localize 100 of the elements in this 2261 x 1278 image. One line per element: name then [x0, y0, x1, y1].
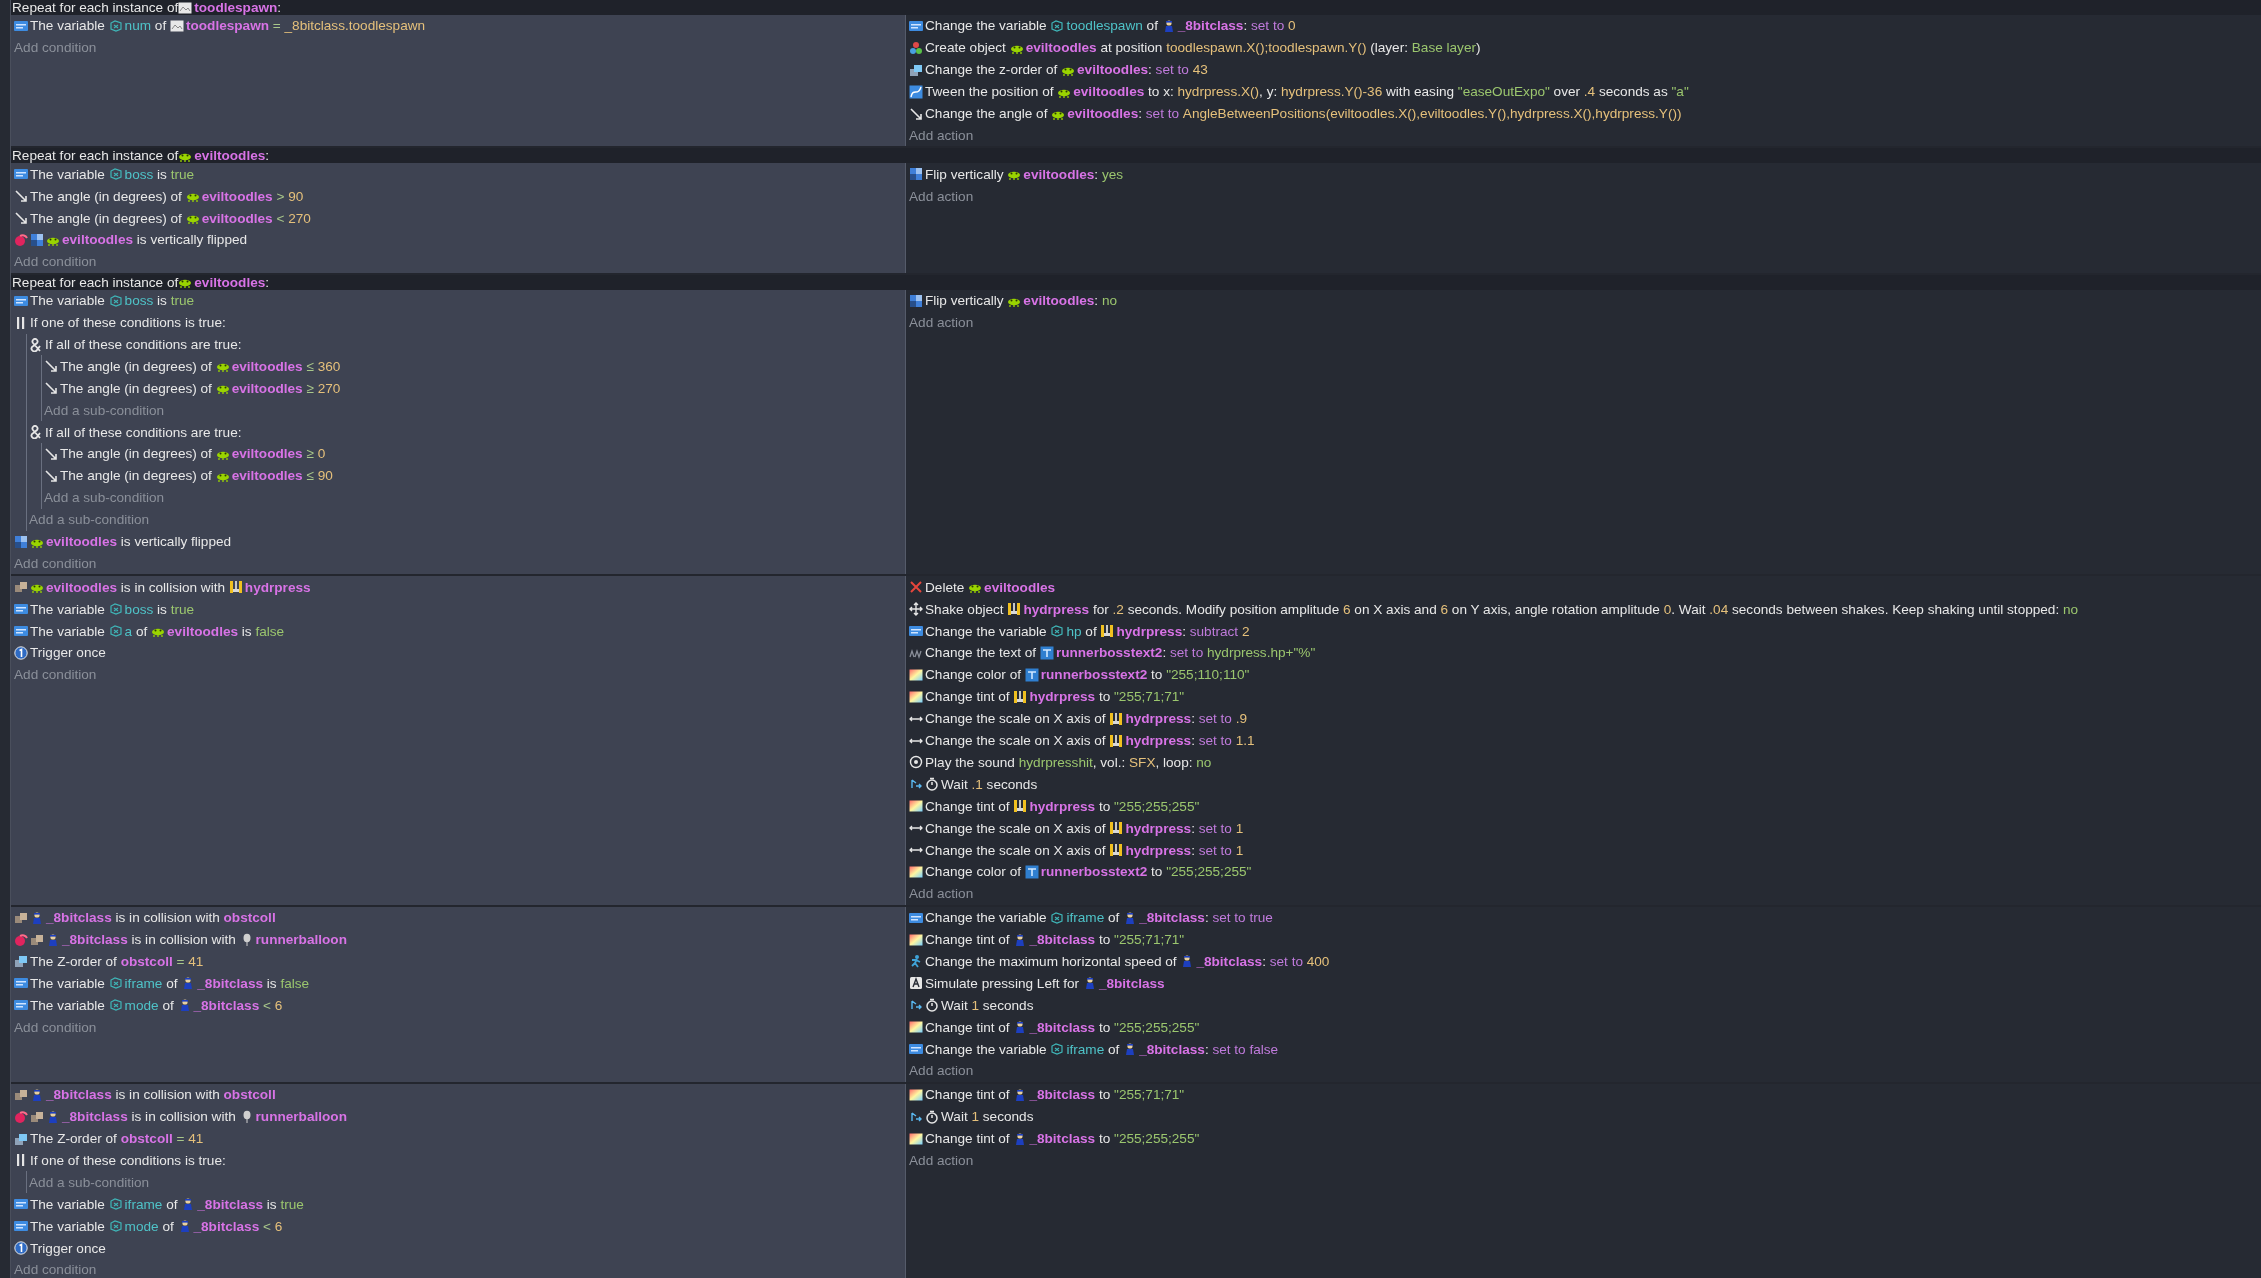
hydraulic-press-icon — [1013, 689, 1028, 704]
operator-text: ≤ — [305, 468, 315, 484]
operator-text: = — [175, 1131, 186, 1147]
condition-text: is — [265, 1196, 278, 1212]
character-sprite-icon — [46, 932, 60, 947]
hydraulic-press-icon — [1109, 733, 1124, 748]
object-name: _8bitclass — [193, 1218, 260, 1234]
action-text: . Wait — [1671, 601, 1707, 617]
action-text: Change tint of — [925, 689, 1011, 705]
variable-icon — [909, 910, 923, 925]
object-name: _8bitclass — [1139, 910, 1205, 926]
object-name: eviltoodles — [231, 380, 303, 396]
add-action-link[interactable]: Add action — [909, 124, 2261, 147]
action-text: on X axis and — [1353, 601, 1438, 617]
object-name: hydrpress — [244, 579, 311, 595]
operation-text: set to — [1269, 953, 1304, 969]
action-text: Change color of — [925, 864, 1022, 880]
object-name: hydrpress — [1029, 798, 1096, 814]
object-name: _8bitclass — [1029, 1019, 1096, 1035]
condition-text: The Z-order of — [30, 953, 118, 969]
condition-text: If one of these conditions is true: — [30, 1152, 226, 1168]
action-text: seconds — [985, 776, 1038, 792]
add-action-link[interactable]: Add action — [909, 185, 2261, 208]
text-value: no — [2063, 601, 2079, 617]
character-sprite-icon — [46, 1109, 60, 1124]
add-sub-condition-link[interactable]: Add a sub-condition — [44, 486, 905, 509]
platformer-character-icon — [909, 954, 923, 969]
cross-icon — [909, 580, 923, 595]
condition-text: The angle (in degrees) of — [60, 380, 213, 396]
add-condition-link[interactable]: Add condition — [14, 250, 905, 273]
object-name: _8bitclass — [1098, 975, 1165, 991]
operation-text: set to — [1251, 18, 1286, 34]
condition-text: of — [134, 623, 149, 639]
add-action-link[interactable]: Add action — [909, 1059, 2261, 1082]
variable-name: hp — [1066, 623, 1082, 639]
expression-value: 1 — [1235, 842, 1244, 858]
diagonal-arrow-icon — [44, 446, 58, 461]
condition-text: If all of these conditions are true: — [45, 337, 242, 352]
action-text: Wait — [941, 997, 969, 1013]
add-condition-link[interactable]: Add condition — [14, 663, 905, 686]
object-name: eviltoodles — [231, 446, 303, 462]
add-action-link[interactable]: Add action — [909, 882, 2261, 905]
operation-text: set to — [1198, 711, 1233, 727]
object-name: _8bitclass — [62, 1109, 128, 1125]
condition-text: is in collision with — [130, 1109, 237, 1125]
add-condition-link[interactable]: Add condition — [14, 552, 905, 575]
add-condition-link[interactable]: Add condition — [14, 36, 905, 59]
condition-text: of — [165, 975, 179, 991]
object-name: toodlespawn — [185, 18, 269, 34]
variable-icon — [14, 18, 28, 33]
operator-text: ≥ — [305, 380, 315, 396]
add-condition-link[interactable]: Add condition — [14, 1016, 905, 1039]
expression-value: 6 — [1343, 601, 1351, 617]
diagonal-arrow-icon — [14, 189, 28, 204]
diagonal-arrow-icon — [44, 359, 58, 374]
object-name: obstcoll — [223, 1087, 276, 1103]
diagonal-arrow-icon — [44, 381, 58, 396]
action-text: to — [1097, 932, 1112, 948]
variable-icon — [909, 1042, 923, 1056]
variable-name: num — [124, 18, 152, 34]
repeat-header[interactable]: Repeat for each instance of eviltoodles: — [11, 148, 2261, 164]
z-order-icon — [14, 1131, 28, 1146]
action-text: : — [1204, 1041, 1210, 1057]
add-condition-link[interactable]: Add condition — [14, 1259, 905, 1278]
action-text: Play the sound — [925, 754, 1016, 770]
condition-text: The variable — [30, 1196, 106, 1212]
action-text: of — [1107, 910, 1121, 926]
action-text: : — [1094, 166, 1100, 182]
add-sub-condition-link[interactable]: Add a sub-condition — [29, 1171, 905, 1194]
condition-text: The angle (in degrees) of — [30, 188, 183, 204]
action-text: with easing — [1385, 84, 1456, 100]
action-text: Change the scale on X axis of — [925, 733, 1107, 749]
condition-text: The variable — [30, 975, 106, 991]
add-action-link[interactable]: Add action — [909, 311, 2261, 334]
variable-name: a — [124, 623, 133, 639]
variable-icon — [14, 624, 28, 639]
object-name: _8bitclass — [1029, 932, 1096, 948]
action-text: Change tint of — [925, 1131, 1011, 1147]
text-object-icon — [1024, 864, 1039, 879]
action-text: to x: — [1147, 84, 1175, 100]
action-text: Change the variable — [925, 910, 1048, 926]
condition-text: The variable — [30, 601, 106, 617]
action-text: seconds between shakes. Keep shaking until stopped: — [1730, 601, 2061, 617]
add-sub-condition-link[interactable]: Add a sub-condition — [29, 508, 905, 531]
expression-value: 360 — [317, 358, 341, 374]
operation-text: set to — [1155, 62, 1190, 78]
hydraulic-press-icon — [228, 580, 243, 595]
condition-text: Trigger once — [30, 1240, 106, 1256]
operator-text: < — [262, 997, 272, 1013]
add-sub-condition-link[interactable]: Add a sub-condition — [44, 399, 905, 422]
action-text: Wait — [941, 1109, 969, 1125]
text-value: hydrpress.hp+"%" — [1207, 645, 1316, 661]
header-text: Repeat for each instance of — [12, 0, 179, 15]
action-text: Change tint of — [925, 1087, 1011, 1103]
repeat-header[interactable]: Repeat for each instance of toodlespawn: — [11, 0, 2261, 15]
action-text: : — [1191, 842, 1196, 858]
object-name: eviltoodles — [46, 534, 117, 550]
add-action-link[interactable]: Add action — [909, 1149, 2261, 1172]
speaker-icon — [909, 755, 923, 770]
action-text: Change the variable — [925, 1041, 1048, 1057]
